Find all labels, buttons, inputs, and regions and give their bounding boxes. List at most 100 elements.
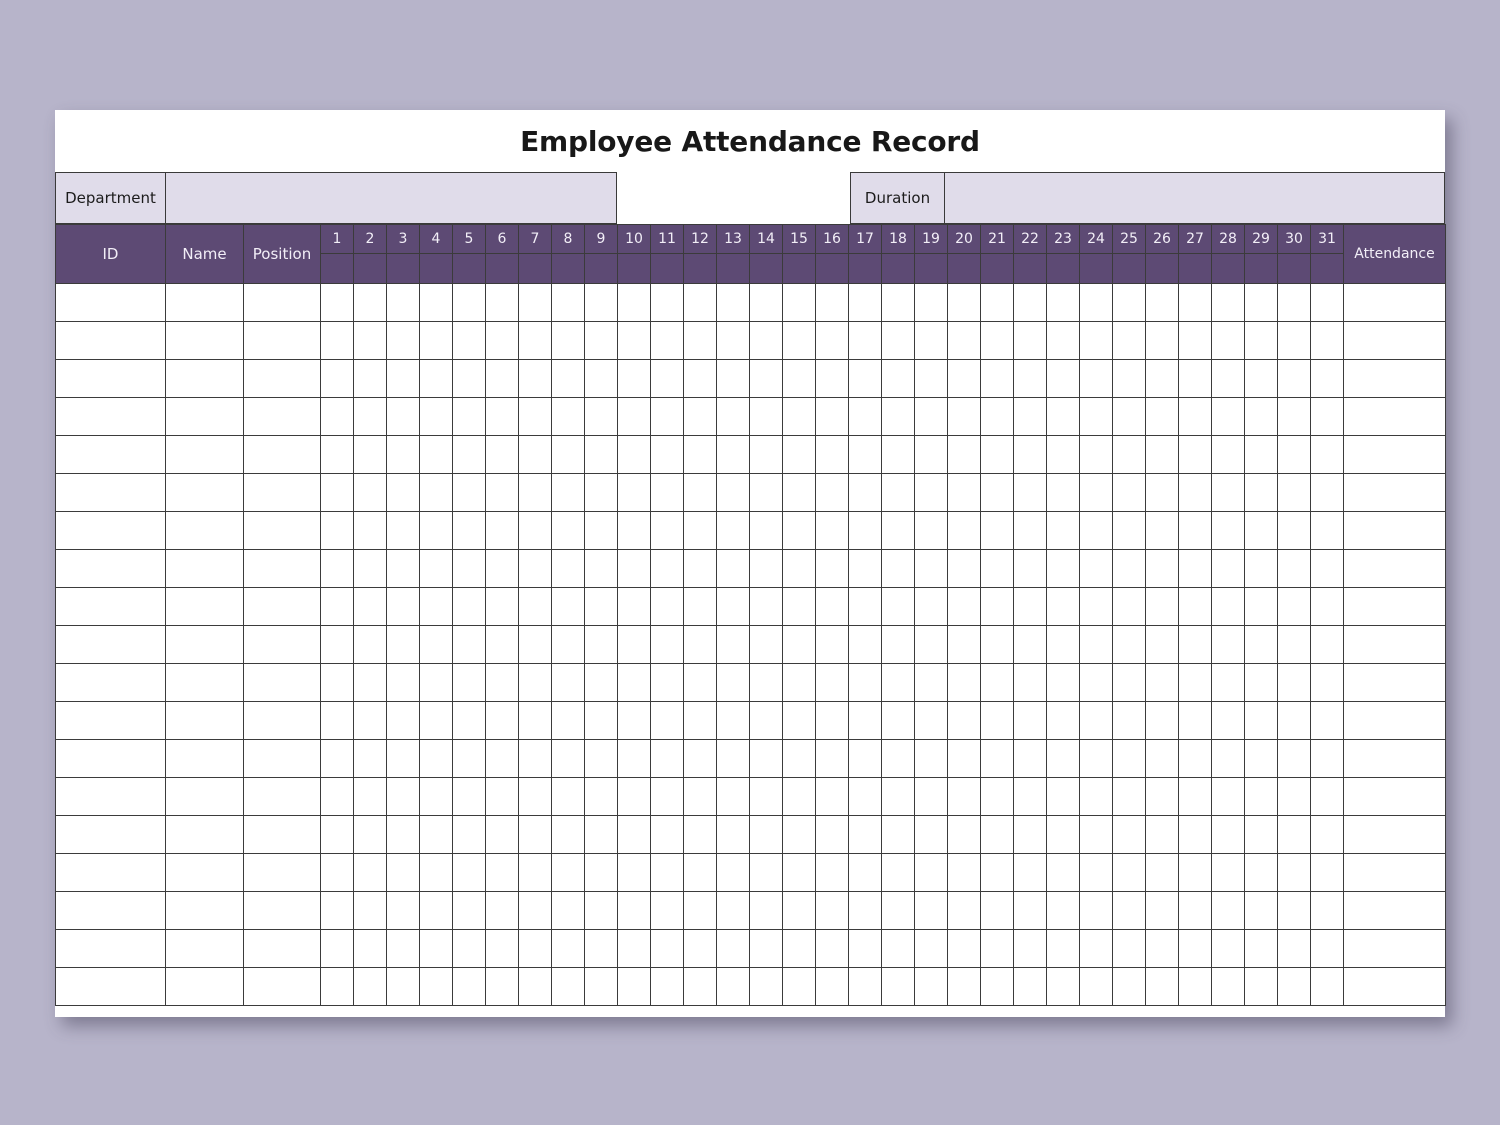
attendance-mark-cell[interactable] xyxy=(551,853,585,892)
attendance-mark-cell[interactable] xyxy=(914,359,948,398)
attendance-mark-cell[interactable] xyxy=(716,397,750,436)
attendance-mark-cell[interactable] xyxy=(881,359,915,398)
attendance-mark-cell[interactable] xyxy=(1277,473,1311,512)
attendance-mark-cell[interactable] xyxy=(353,549,387,588)
attendance-mark-cell[interactable] xyxy=(386,625,420,664)
attendance-mark-cell[interactable] xyxy=(1013,359,1047,398)
attendance-mark-cell[interactable] xyxy=(848,511,882,550)
attendance-mark-cell[interactable] xyxy=(320,397,354,436)
attendance-mark-cell[interactable] xyxy=(1145,473,1179,512)
attendance-mark-cell[interactable] xyxy=(320,853,354,892)
attendance-mark-cell[interactable] xyxy=(1079,929,1113,968)
attendance-mark-cell[interactable] xyxy=(1079,663,1113,702)
attendance-total-cell[interactable] xyxy=(1343,967,1446,1006)
attendance-mark-cell[interactable] xyxy=(749,511,783,550)
attendance-mark-cell[interactable] xyxy=(881,777,915,816)
weekday-cell-day-13[interactable] xyxy=(716,253,750,284)
attendance-mark-cell[interactable] xyxy=(914,701,948,740)
attendance-mark-cell[interactable] xyxy=(1211,701,1245,740)
employee-name-cell[interactable] xyxy=(165,929,244,968)
attendance-mark-cell[interactable] xyxy=(650,663,684,702)
attendance-mark-cell[interactable] xyxy=(716,435,750,474)
attendance-mark-cell[interactable] xyxy=(782,929,816,968)
attendance-mark-cell[interactable] xyxy=(650,473,684,512)
attendance-mark-cell[interactable] xyxy=(881,397,915,436)
attendance-mark-cell[interactable] xyxy=(353,359,387,398)
attendance-mark-cell[interactable] xyxy=(1145,625,1179,664)
attendance-mark-cell[interactable] xyxy=(419,777,453,816)
attendance-total-cell[interactable] xyxy=(1343,663,1446,702)
col-header-day-10[interactable]: 10 xyxy=(617,224,651,254)
attendance-mark-cell[interactable] xyxy=(650,359,684,398)
employee-id-cell[interactable] xyxy=(55,321,166,360)
attendance-mark-cell[interactable] xyxy=(1145,435,1179,474)
attendance-mark-cell[interactable] xyxy=(551,625,585,664)
attendance-total-cell[interactable] xyxy=(1343,587,1446,626)
employee-id-cell[interactable] xyxy=(55,359,166,398)
attendance-mark-cell[interactable] xyxy=(518,777,552,816)
attendance-mark-cell[interactable] xyxy=(947,663,981,702)
attendance-mark-cell[interactable] xyxy=(320,359,354,398)
attendance-mark-cell[interactable] xyxy=(815,473,849,512)
attendance-mark-cell[interactable] xyxy=(980,701,1014,740)
attendance-mark-cell[interactable] xyxy=(1178,891,1212,930)
attendance-mark-cell[interactable] xyxy=(1145,511,1179,550)
attendance-mark-cell[interactable] xyxy=(1244,511,1278,550)
attendance-mark-cell[interactable] xyxy=(518,815,552,854)
attendance-mark-cell[interactable] xyxy=(1178,473,1212,512)
attendance-mark-cell[interactable] xyxy=(1178,701,1212,740)
attendance-total-cell[interactable] xyxy=(1343,929,1446,968)
col-header-day-11[interactable]: 11 xyxy=(650,224,684,254)
attendance-mark-cell[interactable] xyxy=(485,359,519,398)
attendance-mark-cell[interactable] xyxy=(452,739,486,778)
attendance-mark-cell[interactable] xyxy=(980,739,1014,778)
attendance-mark-cell[interactable] xyxy=(914,815,948,854)
attendance-mark-cell[interactable] xyxy=(617,739,651,778)
attendance-mark-cell[interactable] xyxy=(782,397,816,436)
attendance-mark-cell[interactable] xyxy=(386,397,420,436)
attendance-mark-cell[interactable] xyxy=(419,929,453,968)
attendance-mark-cell[interactable] xyxy=(914,473,948,512)
employee-id-cell[interactable] xyxy=(55,777,166,816)
attendance-total-cell[interactable] xyxy=(1343,283,1446,322)
attendance-mark-cell[interactable] xyxy=(650,397,684,436)
attendance-mark-cell[interactable] xyxy=(419,511,453,550)
attendance-mark-cell[interactable] xyxy=(947,587,981,626)
attendance-mark-cell[interactable] xyxy=(1079,853,1113,892)
attendance-mark-cell[interactable] xyxy=(1211,321,1245,360)
attendance-mark-cell[interactable] xyxy=(1211,511,1245,550)
employee-name-cell[interactable] xyxy=(165,587,244,626)
attendance-mark-cell[interactable] xyxy=(980,853,1014,892)
attendance-mark-cell[interactable] xyxy=(1013,283,1047,322)
col-header-day-28[interactable]: 28 xyxy=(1211,224,1245,254)
attendance-mark-cell[interactable] xyxy=(881,701,915,740)
attendance-mark-cell[interactable] xyxy=(353,701,387,740)
attendance-mark-cell[interactable] xyxy=(947,397,981,436)
attendance-mark-cell[interactable] xyxy=(815,511,849,550)
employee-position-cell[interactable] xyxy=(243,663,321,702)
attendance-mark-cell[interactable] xyxy=(1211,359,1245,398)
attendance-mark-cell[interactable] xyxy=(1178,663,1212,702)
attendance-mark-cell[interactable] xyxy=(881,967,915,1006)
attendance-mark-cell[interactable] xyxy=(1277,511,1311,550)
attendance-mark-cell[interactable] xyxy=(947,511,981,550)
attendance-mark-cell[interactable] xyxy=(914,435,948,474)
employee-name-cell[interactable] xyxy=(165,473,244,512)
attendance-mark-cell[interactable] xyxy=(1310,663,1344,702)
attendance-mark-cell[interactable] xyxy=(1178,967,1212,1006)
col-header-day-23[interactable]: 23 xyxy=(1046,224,1080,254)
attendance-mark-cell[interactable] xyxy=(815,663,849,702)
attendance-mark-cell[interactable] xyxy=(914,929,948,968)
attendance-mark-cell[interactable] xyxy=(584,739,618,778)
attendance-mark-cell[interactable] xyxy=(1178,511,1212,550)
attendance-mark-cell[interactable] xyxy=(518,891,552,930)
attendance-mark-cell[interactable] xyxy=(716,929,750,968)
attendance-mark-cell[interactable] xyxy=(320,283,354,322)
col-header-day-15[interactable]: 15 xyxy=(782,224,816,254)
attendance-mark-cell[interactable] xyxy=(1079,587,1113,626)
attendance-mark-cell[interactable] xyxy=(947,321,981,360)
attendance-mark-cell[interactable] xyxy=(980,929,1014,968)
attendance-mark-cell[interactable] xyxy=(914,967,948,1006)
employee-position-cell[interactable] xyxy=(243,549,321,588)
weekday-cell-day-2[interactable] xyxy=(353,253,387,284)
